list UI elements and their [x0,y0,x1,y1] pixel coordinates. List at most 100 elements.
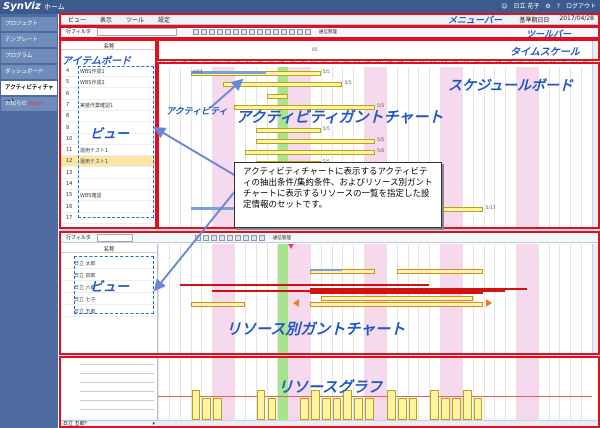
activity-scrollbar[interactable] [592,39,600,229]
sidebar-item-4[interactable]: アクティビティチャート [1,81,57,105]
toolbar-zoom-out-icon[interactable] [288,28,295,35]
resource-graph-bar[interactable] [300,398,309,420]
res-toolbar-paste-icon[interactable] [210,234,217,241]
resource-graph-bar[interactable] [397,398,407,420]
resource-graph-bar[interactable] [267,398,277,420]
home-link[interactable]: ホーム [44,0,65,14]
day-label: 22 [538,60,545,65]
day-label: 19 [180,60,187,65]
resource-gantt-bar[interactable] [309,302,484,307]
menu-tools[interactable]: ツール [126,15,144,24]
sidebar-item-1[interactable]: テンプレート [1,33,57,47]
resource-graph-bar[interactable] [441,398,450,420]
resource-graph-bar[interactable] [213,398,223,420]
horizontal-scrollbar[interactable] [158,420,600,428]
res-toolbar-comm-text[interactable]: 通信管理 [273,235,291,241]
day-label: 29 [289,60,295,65]
toolbar-link-icon[interactable] [240,28,247,35]
res-toolbar-filter-icon[interactable] [234,234,241,241]
activity-gantt-bar[interactable] [223,82,343,88]
gantt-bar-label: 5/5 [377,137,385,143]
resource-graph-bar[interactable] [386,390,396,420]
grid-line [494,244,496,354]
resource-graph-bar[interactable] [191,390,201,420]
resource-graph-bar[interactable] [430,390,440,420]
activity-gantt-bar[interactable] [255,127,321,133]
gantt-bar-label: 5/5 [322,126,330,132]
toolbar-delete-icon[interactable] [224,28,231,35]
day-label: 18 [169,60,176,65]
sidebar-item-0[interactable]: プロジェクト [1,17,57,31]
graph-scale-line [80,400,154,401]
res-toolbar-delete-icon[interactable] [218,234,225,241]
resource-gantt-bar[interactable] [396,269,484,274]
sidebar-item-3[interactable]: ダッシュボード [1,65,57,79]
resource-toolbar: 行フィルタ 通信管理 [60,233,600,243]
day-label: 18 [495,60,502,65]
resource-graph-bar[interactable] [473,398,483,420]
grid-line [190,244,192,354]
resource-graph-bar[interactable] [256,390,266,420]
resource-graph-bar[interactable] [354,398,364,420]
resource-graph-bar[interactable] [462,390,472,420]
activity-gantt-bar[interactable] [244,150,375,156]
resource-graph-bar[interactable] [365,398,374,420]
user-name[interactable]: 日立 花子 [513,0,539,14]
base-date-value[interactable]: 2017/04/28 [559,15,594,24]
resource-graph-bar[interactable] [408,398,418,420]
toolbar-search-icon[interactable] [192,28,199,35]
resource-graph-bar[interactable] [202,398,212,420]
resource-gantt-bar[interactable] [190,302,245,307]
toolbar-print-icon[interactable] [304,28,311,35]
toolbar-filter-icon[interactable] [256,28,263,35]
scroll-right-arrow-icon[interactable] [485,299,492,307]
menu-settings[interactable]: 設定 [158,15,170,24]
toolbar-zoom-in-icon[interactable] [280,28,287,35]
toolbar-comm-text[interactable]: 通信管理 [319,29,337,35]
gantt-bar-label: 5/5 [344,81,352,87]
activity-gantt-bar[interactable] [266,93,289,99]
resource-graph-bar[interactable] [321,398,331,420]
day-label: 22 [213,60,219,65]
gear-icon[interactable]: ⚙ [545,0,550,14]
scroll-left-arrow-icon[interactable] [292,299,299,307]
help-icon[interactable]: ? [557,0,560,14]
toolbar-grid-icon[interactable] [248,28,255,35]
sidebar-item-2[interactable]: プログラム [1,49,57,63]
res-toolbar-calendar-icon[interactable] [250,234,257,241]
res-toolbar-copy-icon[interactable] [202,234,209,241]
chevron-down-icon[interactable]: ▾ [152,421,155,428]
filter-input[interactable] [96,27,177,36]
toolbar-add-icon[interactable] [200,28,207,35]
month-label: 05 [311,48,318,53]
res-toolbar-zoom-icon[interactable] [258,234,265,241]
row-number: 9 [66,124,70,131]
sidebar-item-5[interactable]: お知らせ New! [1,97,57,111]
grid-line [537,244,539,354]
resource-graph-bar[interactable] [451,398,461,420]
day-label: 11 [419,60,426,65]
activity-gantt-bar[interactable] [255,138,375,144]
resource-filter-input[interactable] [96,233,133,242]
toolbar-refresh-icon[interactable] [296,28,303,35]
weekend-column [223,358,234,420]
label-itemboard: アイテムボード [62,56,131,67]
logout-button[interactable]: ログアウト [566,0,596,14]
row-number: 6 [66,90,70,97]
res-toolbar-grid-icon[interactable] [194,234,201,241]
graph-resource-select[interactable]: 日立 五郎* [63,421,87,427]
toolbar-calendar-icon[interactable] [272,28,279,35]
resource-gantt-bar[interactable] [320,296,473,301]
graph-scale-line [80,409,154,410]
day-label: 25 [245,60,252,65]
toolbar-sort-icon[interactable] [264,28,271,35]
toolbar-paste-icon[interactable] [216,28,223,35]
menu-display[interactable]: 表示 [100,15,112,24]
resource-scrollbar[interactable] [592,244,600,354]
res-toolbar-edit-icon[interactable] [226,234,233,241]
toolbar-copy-icon[interactable] [208,28,215,35]
toolbar-edit-icon[interactable] [232,28,239,35]
resource-graph-bar[interactable] [332,398,342,420]
res-toolbar-sort-icon[interactable] [242,234,249,241]
menu-view[interactable]: ビュー [68,15,86,24]
